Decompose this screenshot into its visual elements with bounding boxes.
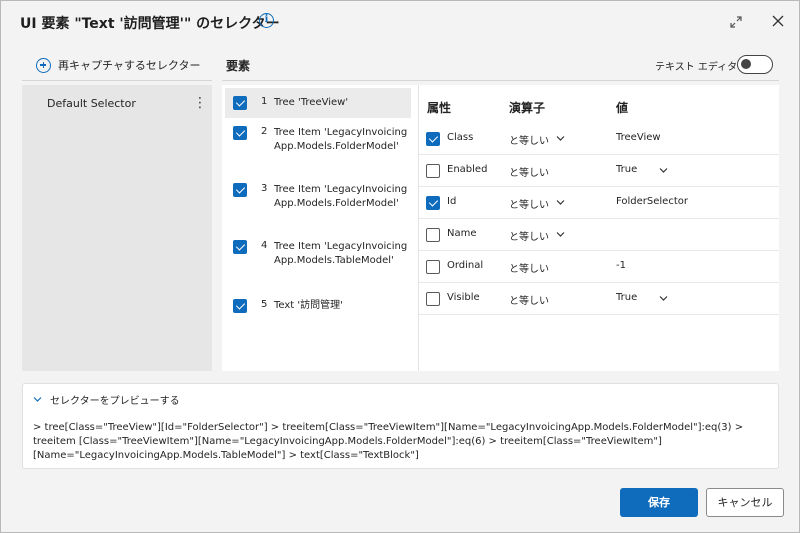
attribute-value[interactable]: -1 [616, 260, 626, 271]
preview-toggle[interactable]: セレクターをプレビューする [33, 392, 180, 407]
dialog-title: UI 要素 "Text '訪問管理'" のセレクター [20, 16, 280, 32]
operator-label: と等しい [509, 264, 549, 275]
element-number: 2 [261, 126, 268, 137]
attribute-checkbox[interactable] [426, 260, 440, 274]
chevron-down-icon[interactable] [556, 198, 565, 207]
close-icon[interactable] [771, 14, 785, 28]
attribute-row-id: Id と等しい FolderSelector [419, 187, 779, 219]
attribute-checkbox[interactable] [426, 292, 440, 306]
attribute-name: Ordinal [447, 260, 484, 271]
left-divider [22, 80, 212, 81]
attribute-checkbox[interactable] [426, 228, 440, 242]
attribute-checkbox[interactable] [426, 164, 440, 178]
element-row[interactable]: 2 Tree Item 'LegacyInvoicingApp.Models.F… [225, 121, 411, 175]
selector-list: Default Selector ⋮ [22, 85, 212, 371]
main-divider [222, 80, 779, 81]
elements-heading: 要素 [226, 59, 251, 73]
chevron-down-icon [33, 397, 42, 402]
selector-item-label: Default Selector [47, 97, 136, 110]
attribute-checkbox[interactable] [426, 132, 440, 146]
preview-selector-text: > tree[Class="TreeView"][Id="FolderSelec… [33, 422, 744, 461]
expand-icon[interactable] [729, 15, 743, 29]
save-button[interactable]: 保存 [620, 488, 698, 517]
element-label: Tree Item 'LegacyInvoicingApp.Models.Fol… [274, 127, 408, 152]
operator-dropdown[interactable]: と等しい [509, 228, 549, 243]
info-icon[interactable]: i [259, 13, 274, 28]
attribute-row-name: Name と等しい [419, 219, 779, 251]
recapture-selector-label: 再キャプチャするセレクター [58, 59, 201, 72]
operator-dropdown[interactable]: と等しい [509, 132, 549, 147]
text-editor-label: テキスト エディター [655, 62, 748, 73]
element-number: 5 [261, 299, 268, 310]
operator-label: と等しい [509, 296, 549, 307]
element-checkbox[interactable] [233, 126, 247, 140]
chevron-down-icon[interactable] [556, 230, 565, 239]
element-checkbox[interactable] [233, 96, 247, 110]
value-dropdown[interactable]: True [616, 292, 637, 303]
chevron-down-icon[interactable] [556, 134, 565, 143]
preview-header-label: セレクターをプレビューする [50, 396, 180, 407]
element-checkbox[interactable] [233, 183, 247, 197]
element-label: Text '訪問管理' [274, 300, 343, 311]
chevron-down-icon[interactable] [659, 166, 668, 175]
recapture-selector-button[interactable]: 再キャプチャするセレクター [36, 56, 200, 74]
element-checkbox[interactable] [233, 240, 247, 254]
element-label: Tree 'TreeView' [274, 97, 349, 108]
operator-header: 演算子 [509, 101, 546, 115]
element-number: 3 [261, 183, 268, 194]
attribute-value[interactable]: TreeView [616, 132, 661, 143]
value-dropdown[interactable]: True [616, 164, 637, 175]
element-checkbox[interactable] [233, 299, 247, 313]
attribute-header: 属性 [427, 101, 452, 115]
attribute-row-ordinal: Ordinal と等しい -1 [419, 251, 779, 283]
element-row[interactable]: 3 Tree Item 'LegacyInvoicingApp.Models.F… [225, 178, 411, 232]
more-options-icon[interactable]: ⋮ [193, 96, 207, 111]
toggle-knob [741, 59, 751, 69]
attribute-name: Name [447, 228, 477, 239]
value-header: 値 [616, 101, 629, 115]
cancel-button[interactable]: キャンセル [706, 488, 784, 517]
text-editor-toggle[interactable] [737, 55, 773, 74]
attribute-row-class: Class と等しい TreeView [419, 123, 779, 155]
element-row[interactable]: 5 Text '訪問管理' [225, 293, 411, 319]
element-number: 4 [261, 240, 268, 251]
add-circle-icon [36, 57, 51, 73]
title-bar: UI 要素 "Text '訪問管理'" のセレクター i [1, 1, 799, 43]
attribute-value[interactable]: FolderSelector [616, 196, 688, 207]
attribute-row-enabled: Enabled と等しい True [419, 155, 779, 187]
selector-item-default[interactable]: Default Selector ⋮ [22, 87, 212, 119]
attribute-row-visible: Visible と等しい True [419, 283, 779, 315]
operator-dropdown[interactable]: と等しい [509, 196, 549, 211]
attribute-name: Id [447, 196, 457, 207]
attribute-checkbox[interactable] [426, 196, 440, 210]
attribute-name: Enabled [447, 164, 488, 175]
attribute-name: Visible [447, 292, 480, 303]
selector-preview: セレクターをプレビューする > tree[Class="TreeView"][I… [22, 383, 779, 469]
operator-label: と等しい [509, 168, 549, 179]
attribute-name: Class [447, 132, 474, 143]
selector-dialog: UI 要素 "Text '訪問管理'" のセレクター i 再キャプチャするセレク… [0, 0, 800, 533]
chevron-down-icon[interactable] [659, 294, 668, 303]
element-row[interactable]: 4 Tree Item 'LegacyInvoicingApp.Models.T… [225, 235, 411, 289]
element-row[interactable]: 1 Tree 'TreeView' [225, 88, 411, 118]
element-label: Tree Item 'LegacyInvoicingApp.Models.Tab… [274, 241, 408, 266]
element-number: 1 [261, 96, 268, 107]
element-label: Tree Item 'LegacyInvoicingApp.Models.Fol… [274, 184, 408, 209]
